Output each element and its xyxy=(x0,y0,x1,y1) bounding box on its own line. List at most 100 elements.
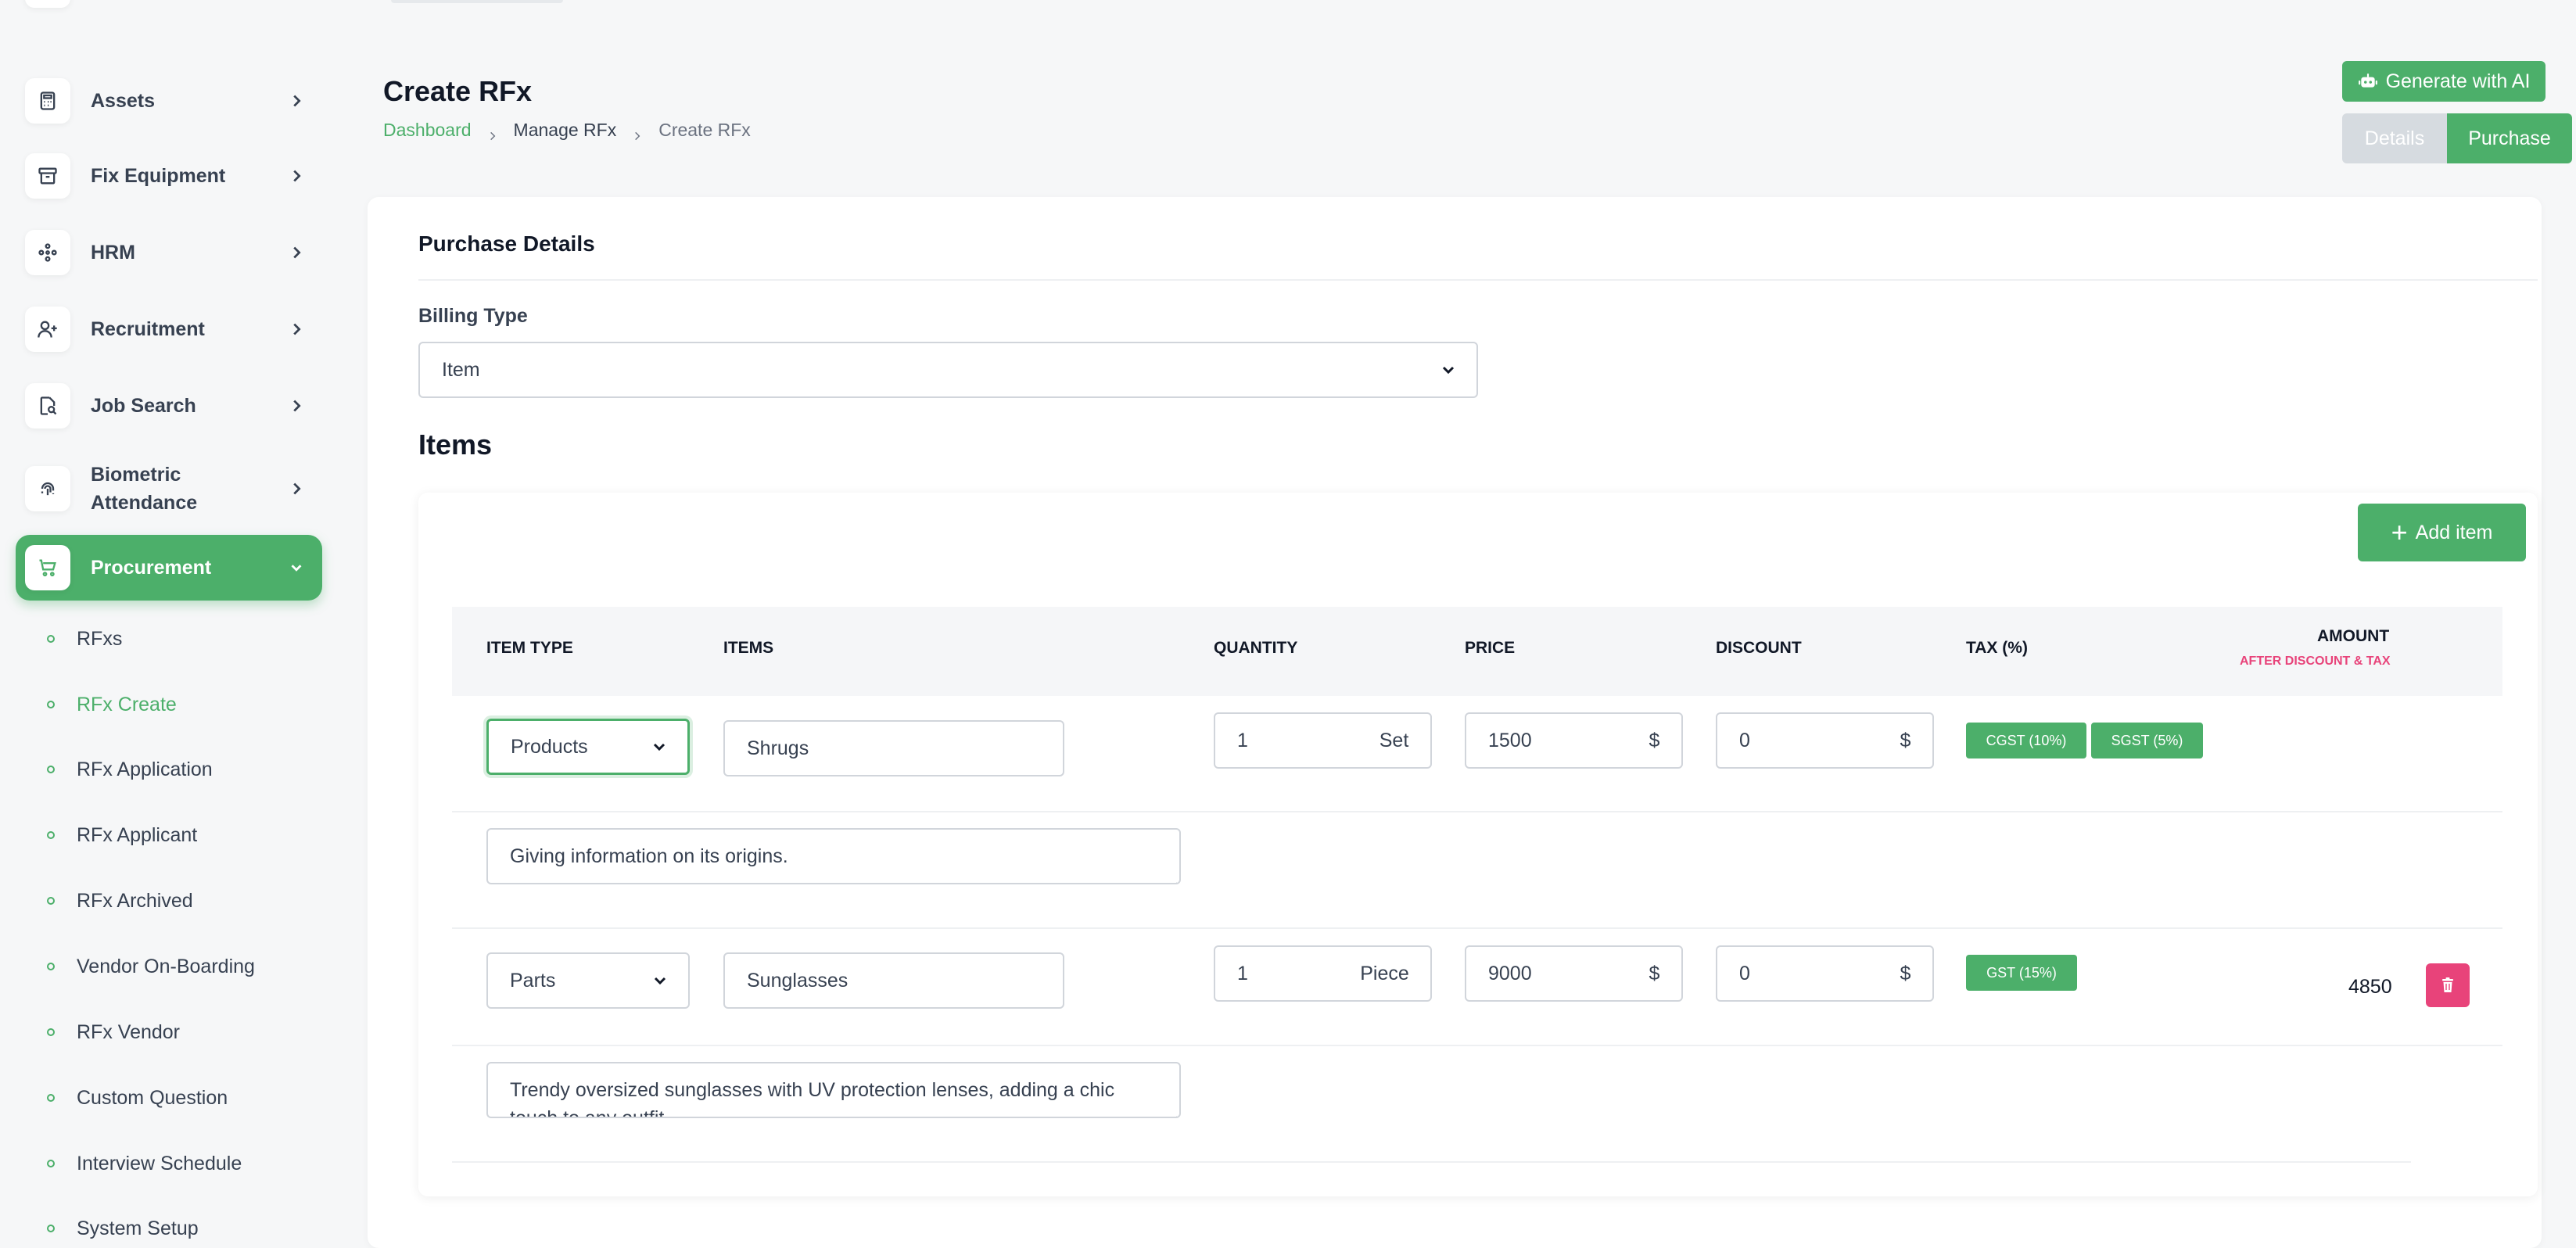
subnav-item-rfx-vendor[interactable]: RFx Vendor xyxy=(47,1017,180,1048)
tax-badge[interactable]: SGST (5%) xyxy=(2091,723,2203,758)
item-name-input[interactable]: Shrugs xyxy=(723,720,1064,776)
billing-type-value: Item xyxy=(442,358,480,381)
bullet-icon xyxy=(47,701,55,708)
sidebar-item-label: Fix Equipment xyxy=(91,165,226,187)
row-divider xyxy=(452,1045,2502,1046)
discount-input[interactable]: 0 xyxy=(1716,945,1880,1002)
trash-icon xyxy=(2442,977,2453,992)
subnav-item-rfx-create[interactable]: RFx Create xyxy=(47,689,177,720)
subnav-label: RFx Archived xyxy=(77,889,193,912)
breadcrumb-dashboard[interactable]: Dashboard xyxy=(383,120,472,141)
chevron-down-icon xyxy=(288,559,305,576)
generate-with-ai-button[interactable]: Generate with AI xyxy=(2342,61,2546,102)
sidebar-item-job-search[interactable]: Job Search xyxy=(16,373,322,439)
bullet-icon xyxy=(47,1225,55,1232)
add-item-button[interactable]: + Add item xyxy=(2358,504,2526,561)
item-description-value: Trendy oversized sunglasses with UV prot… xyxy=(510,1079,1115,1118)
price-input[interactable]: 1500 xyxy=(1465,712,1629,769)
resize-grip-icon[interactable] xyxy=(1167,1104,1178,1117)
chevron-right-icon xyxy=(288,480,305,497)
divider xyxy=(418,279,2538,281)
chevron-down-icon xyxy=(651,971,669,990)
subnav-item-rfx-application[interactable]: RFx Application xyxy=(47,754,213,785)
item-type-select[interactable]: Products xyxy=(486,719,690,775)
tax-badge[interactable]: GST (15%) xyxy=(1966,955,2077,991)
price-currency-addon: $ xyxy=(1627,712,1683,769)
subnav-item-rfx-archived[interactable]: RFx Archived xyxy=(47,885,193,916)
calculator-icon xyxy=(25,78,70,124)
billing-type-select[interactable]: Item xyxy=(418,342,1478,398)
subnav-label: RFx Application xyxy=(77,758,213,780)
bullet-icon xyxy=(47,635,55,643)
subnav-item-vendor-onboarding[interactable]: Vendor On-Boarding xyxy=(47,951,255,982)
row-divider xyxy=(452,927,2502,929)
subnav-label: RFx Create xyxy=(77,693,177,715)
chevron-right-icon xyxy=(288,321,305,338)
breadcrumb-current: Create RFx xyxy=(658,120,751,140)
bullet-icon xyxy=(47,1160,55,1167)
tab-purchase[interactable]: Purchase xyxy=(2447,113,2572,163)
item-description-value: Giving information on its origins. xyxy=(510,845,788,867)
subnav-item-custom-question[interactable]: Custom Question xyxy=(47,1082,228,1114)
sidebar: Assets Fix Equipment HRM Recruitment Job… xyxy=(0,0,352,1248)
header-tax: TAX (%) xyxy=(1966,639,2028,657)
add-item-label: Add item xyxy=(2415,521,2493,543)
sidebar-item-biometric-attendance[interactable]: Biometric Attendance xyxy=(16,454,322,524)
billing-type-label: Billing Type xyxy=(418,305,528,327)
sidebar-item-partial[interactable] xyxy=(16,0,322,16)
item-type-select[interactable]: Parts xyxy=(486,952,690,1009)
header-items: ITEMS xyxy=(723,639,774,657)
sidebar-item-assets[interactable]: Assets xyxy=(16,68,322,134)
row-divider xyxy=(452,811,2502,812)
price-input[interactable]: 9000 xyxy=(1465,945,1629,1002)
discount-value: 0 xyxy=(1739,729,1750,751)
sidebar-item-recruitment[interactable]: Recruitment xyxy=(16,296,322,362)
discount-input[interactable]: 0 xyxy=(1716,712,1880,769)
breadcrumb: Dashboard Manage RFx Create RFx xyxy=(383,120,751,141)
chevron-down-icon xyxy=(650,737,669,756)
header-discount: DISCOUNT xyxy=(1716,639,1802,657)
subnav-item-interview-schedule[interactable]: Interview Schedule xyxy=(47,1148,242,1179)
subnav-label: Custom Question xyxy=(77,1086,228,1109)
item-name-input[interactable]: Sunglasses xyxy=(723,952,1064,1009)
sidebar-item-procurement[interactable]: Procurement xyxy=(16,535,322,601)
chevron-right-icon xyxy=(288,397,305,414)
tab-details[interactable]: Details xyxy=(2342,113,2447,163)
document-search-icon xyxy=(25,383,70,429)
resize-grip-icon[interactable] xyxy=(1167,870,1178,883)
sidebar-item-hrm[interactable]: HRM xyxy=(16,220,322,285)
unit-addon: Set xyxy=(1358,712,1432,769)
item-description-textarea[interactable]: Giving information on its origins. xyxy=(486,828,1181,884)
quantity-input[interactable]: 1 xyxy=(1214,945,1340,1002)
price-value: 9000 xyxy=(1488,962,1532,984)
item-type-value: Parts xyxy=(510,969,556,992)
bullet-icon xyxy=(47,1094,55,1102)
header-amount-subtitle: AFTER DISCOUNT & TAX xyxy=(2240,654,2391,668)
tax-badge[interactable]: CGST (10%) xyxy=(1966,723,2086,758)
chevron-right-icon xyxy=(288,244,305,261)
quantity-input[interactable]: 1 xyxy=(1214,712,1359,769)
plus-icon: + xyxy=(2391,516,2408,548)
header-item-type: ITEM TYPE xyxy=(486,639,573,657)
archive-icon xyxy=(25,153,70,199)
sidebar-item-label: Biometric Attendance xyxy=(91,464,198,514)
users-network-icon xyxy=(25,230,70,275)
circle-icon xyxy=(25,0,70,8)
subnav-item-system-setup[interactable]: System Setup xyxy=(47,1213,199,1244)
generate-with-ai-label: Generate with AI xyxy=(2385,70,2531,92)
sidebar-item-fix-equipment[interactable]: Fix Equipment xyxy=(16,143,322,209)
quantity-value: 1 xyxy=(1237,729,1248,751)
user-plus-icon xyxy=(25,307,70,352)
unit-addon: Piece xyxy=(1339,945,1432,1002)
price-currency-addon: $ xyxy=(1627,945,1683,1002)
form-tabs: Details Purchase xyxy=(2342,113,2572,163)
sidebar-item-label: HRM xyxy=(91,242,135,264)
robot-icon xyxy=(2358,74,2377,88)
subnav-item-rfxs[interactable]: RFxs xyxy=(47,623,122,654)
item-amount: 4850 xyxy=(2348,976,2392,998)
delete-item-button[interactable] xyxy=(2426,963,2470,1007)
breadcrumb-manage-rfx[interactable]: Manage RFx xyxy=(514,120,617,141)
sidebar-item-label: Recruitment xyxy=(91,318,205,340)
item-description-textarea[interactable]: Trendy oversized sunglasses with UV prot… xyxy=(486,1062,1181,1118)
subnav-item-rfx-applicant[interactable]: RFx Applicant xyxy=(47,819,197,851)
